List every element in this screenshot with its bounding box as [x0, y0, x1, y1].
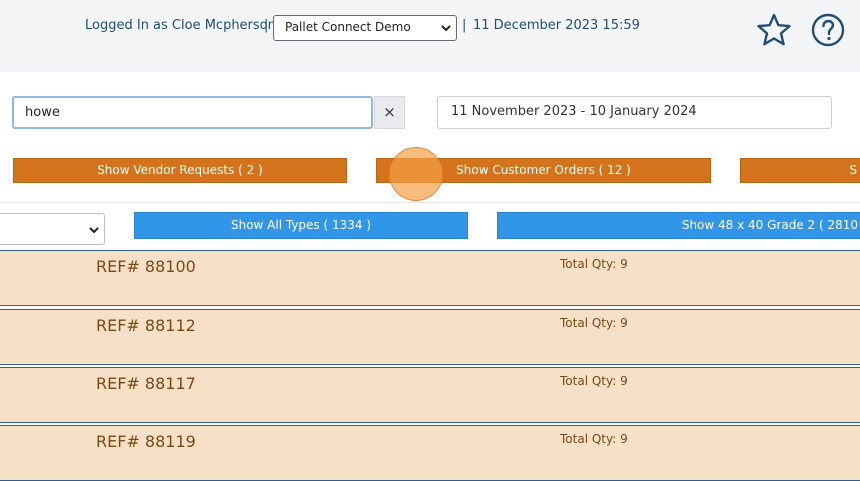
clear-search-button[interactable]: ×: [374, 96, 405, 129]
click-indicator: [389, 147, 443, 201]
order-ref: REF# 88100: [96, 257, 196, 276]
help-icon[interactable]: [810, 12, 846, 48]
order-row[interactable]: REF# 88119 Total Qty: 9: [0, 425, 860, 481]
company-select[interactable]: Pallet Connect Demo: [273, 15, 457, 41]
third-request-button[interactable]: S: [740, 158, 860, 183]
order-row[interactable]: REF# 88100 Total Qty: 9: [0, 250, 860, 306]
chevron-down-icon: [89, 227, 99, 234]
search-input-value: howe: [25, 105, 60, 120]
logged-in-label: Logged In as Cloe Mcpherson: [85, 18, 276, 33]
date-range-value: 11 November 2023 - 10 January 2024: [451, 104, 697, 119]
type-select[interactable]: [0, 213, 105, 245]
chevron-down-icon: [441, 25, 451, 32]
order-total-qty: Total Qty: 9: [560, 432, 628, 446]
show-all-types-button[interactable]: Show All Types ( 1334 ): [134, 212, 468, 239]
current-datetime: 11 December 2023 15:59: [473, 18, 640, 33]
separator: |: [462, 18, 467, 33]
divider: [0, 202, 860, 203]
order-total-qty: Total Qty: 9: [560, 316, 628, 330]
order-ref: REF# 88117: [96, 374, 196, 393]
date-range-input[interactable]: 11 November 2023 - 10 January 2024: [437, 96, 832, 129]
order-total-qty: Total Qty: 9: [560, 257, 628, 271]
order-row[interactable]: REF# 88112 Total Qty: 9: [0, 309, 860, 365]
show-grade2-button[interactable]: Show 48 x 40 Grade 2 ( 2810: [497, 212, 860, 239]
top-bar: Logged In as Cloe Mcpherson | Pallet Con…: [0, 0, 860, 72]
company-select-value: Pallet Connect Demo: [285, 20, 411, 34]
search-input[interactable]: howe: [12, 96, 373, 129]
order-row[interactable]: REF# 88117 Total Qty: 9: [0, 367, 860, 423]
star-icon[interactable]: [755, 12, 793, 48]
order-ref: REF# 88119: [96, 432, 196, 451]
order-ref: REF# 88112: [96, 316, 196, 335]
show-vendor-requests-button[interactable]: Show Vendor Requests ( 2 ): [13, 158, 347, 183]
separator: |: [264, 18, 269, 33]
order-total-qty: Total Qty: 9: [560, 374, 628, 388]
